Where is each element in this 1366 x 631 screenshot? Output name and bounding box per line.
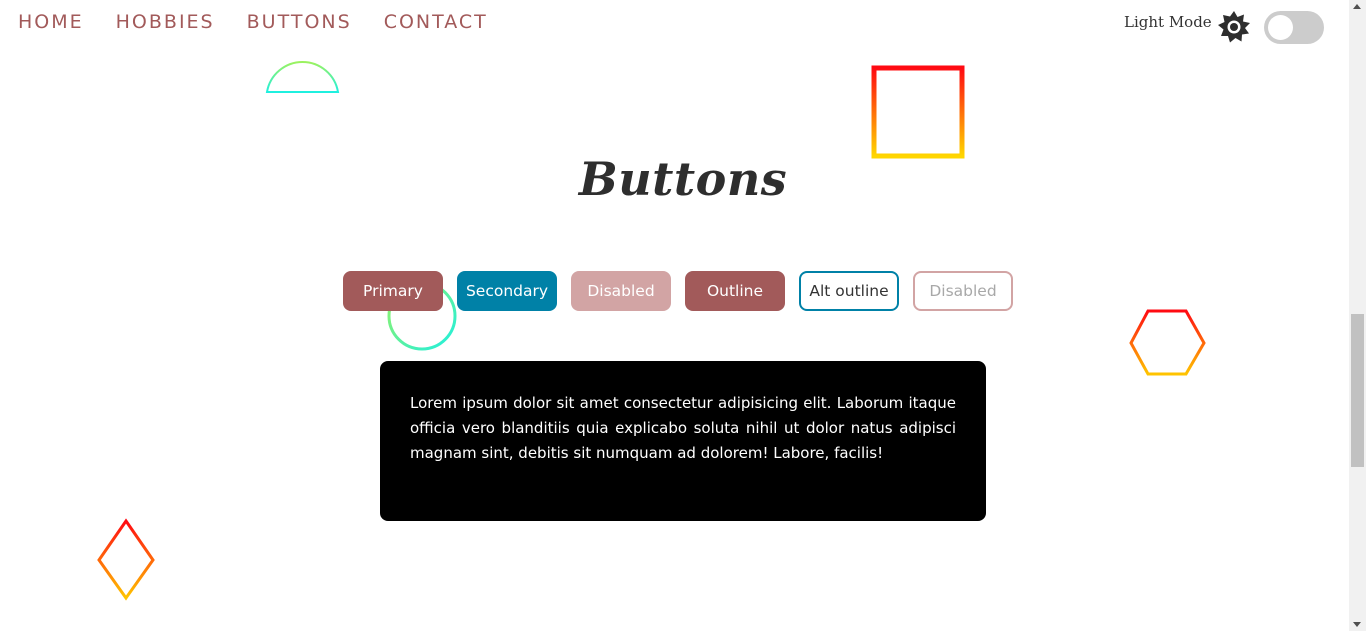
theme-switcher: Light Mode [1124, 9, 1212, 31]
scroll-up-icon[interactable] [1353, 4, 1361, 9]
page: HOME HOBBIES BUTTONS CONTACT Light Mode [0, 0, 1349, 631]
nav-item-buttons[interactable]: BUTTONS [247, 11, 352, 33]
alt-outline-button[interactable]: Alt outline [799, 271, 899, 311]
hexagon-decoration [1129, 309, 1206, 376]
disabled-outline-button: Disabled [913, 271, 1013, 311]
top-nav: HOME HOBBIES BUTTONS CONTACT [18, 11, 520, 33]
toggle-knob [1268, 15, 1293, 40]
page-title: Buttons [578, 152, 788, 206]
mode-label: Light Mode [1124, 13, 1212, 31]
diamond-decoration [97, 518, 155, 601]
secondary-button[interactable]: Secondary [457, 271, 557, 311]
scroll-thumb[interactable] [1351, 314, 1364, 467]
gear-icon [1218, 11, 1250, 43]
outline-button[interactable]: Outline [685, 271, 785, 311]
semicircle-decoration [265, 61, 340, 93]
text-card: Lorem ipsum dolor sit amet consectetur a… [380, 361, 986, 521]
primary-button[interactable]: Primary [343, 271, 443, 311]
nav-item-hobbies[interactable]: HOBBIES [116, 11, 215, 33]
theme-toggle[interactable] [1264, 11, 1324, 44]
nav-item-contact[interactable]: CONTACT [384, 11, 488, 33]
card-text: Lorem ipsum dolor sit amet consectetur a… [410, 394, 956, 462]
square-decoration [871, 65, 965, 159]
disabled-button: Disabled [571, 271, 671, 311]
scroll-down-icon[interactable] [1353, 622, 1361, 627]
vertical-scrollbar[interactable] [1349, 0, 1366, 631]
nav-item-home[interactable]: HOME [18, 11, 84, 33]
